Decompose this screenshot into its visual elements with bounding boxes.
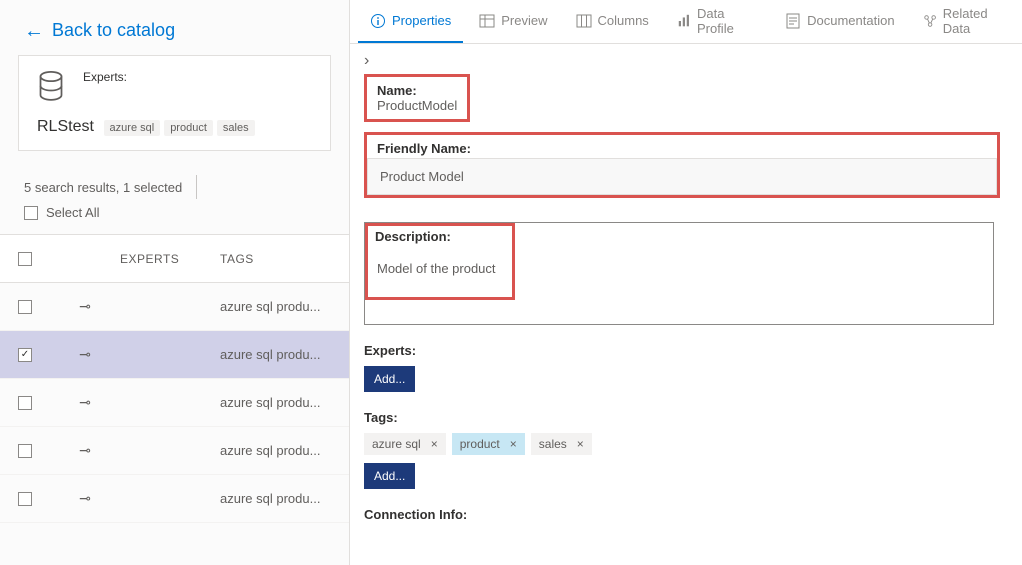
name-label: Name:: [377, 83, 457, 98]
select-all-label: Select All: [46, 205, 99, 220]
tag-item[interactable]: azure sql×: [364, 433, 446, 455]
preview-icon: [479, 13, 495, 29]
checkbox-icon[interactable]: [24, 206, 38, 220]
pin-icon[interactable]: ⊸: [79, 346, 91, 363]
description-label: Description:: [375, 229, 451, 244]
table-row[interactable]: ⊸ azure sql produ...: [0, 331, 349, 379]
checkbox-icon[interactable]: [18, 252, 32, 266]
row-tags: azure sql produ...: [210, 491, 349, 506]
pin-icon[interactable]: ⊸: [79, 298, 91, 315]
table-row[interactable]: ⊸ azure sql produ...: [0, 283, 349, 331]
table-row[interactable]: ⊸ azure sql produ...: [0, 475, 349, 523]
results-table: EXPERTS TAGS ⊸ azure sql produ... ⊸ azur…: [0, 234, 349, 523]
friendly-name-value: Product Model: [380, 169, 464, 184]
back-label: Back to catalog: [52, 20, 175, 41]
tab-related-data[interactable]: Related Data: [911, 0, 1022, 43]
friendly-name-input[interactable]: Product Model: [367, 158, 997, 195]
highlight-name: Name: ProductModel: [364, 74, 470, 122]
tab-label: Related Data: [943, 6, 1010, 36]
tab-label: Data Profile: [697, 6, 757, 36]
pin-icon[interactable]: ⊸: [79, 490, 91, 507]
add-expert-button[interactable]: Add...: [364, 366, 415, 392]
name-value: ProductModel: [377, 98, 457, 113]
pin-icon[interactable]: ⊸: [79, 442, 91, 459]
col-experts[interactable]: EXPERTS: [120, 252, 210, 266]
database-icon: [37, 70, 65, 104]
tab-data-profile[interactable]: Data Profile: [665, 0, 769, 43]
divider: [196, 175, 197, 199]
table-header: EXPERTS TAGS: [0, 235, 349, 283]
tab-label: Preview: [501, 13, 547, 28]
highlight-friendly-name: Friendly Name: Product Model: [364, 132, 1000, 198]
connection-label: Connection Info:: [364, 507, 1008, 522]
back-to-catalog[interactable]: ← Back to catalog: [0, 0, 349, 55]
add-tag-button[interactable]: Add...: [364, 463, 415, 489]
tab-label: Columns: [598, 13, 649, 28]
tag-chip: product: [164, 120, 213, 136]
info-icon: [370, 13, 386, 29]
close-icon[interactable]: ×: [510, 437, 517, 451]
checkbox-icon[interactable]: [18, 396, 32, 410]
close-icon[interactable]: ×: [431, 437, 438, 451]
card-experts-label: Experts:: [83, 70, 127, 84]
tab-documentation[interactable]: Documentation: [773, 0, 906, 43]
description-input[interactable]: Description: Model of the product: [364, 222, 994, 325]
tag-item[interactable]: product×: [452, 433, 525, 455]
document-icon: [785, 13, 801, 29]
friendly-name-label: Friendly Name:: [377, 141, 471, 156]
row-tags: azure sql produ...: [210, 299, 349, 314]
checkbox-icon[interactable]: [18, 348, 32, 362]
experts-label: Experts:: [364, 343, 1008, 358]
row-tags: azure sql produ...: [210, 443, 349, 458]
row-tags: azure sql produ...: [210, 347, 349, 362]
col-tags[interactable]: TAGS: [210, 252, 349, 266]
columns-icon: [576, 13, 592, 29]
table-row[interactable]: ⊸ azure sql produ...: [0, 379, 349, 427]
checkbox-icon[interactable]: [18, 492, 32, 506]
detail-tabs: Properties Preview Columns Data Profile …: [350, 0, 1022, 44]
results-summary: 5 search results, 1 selected: [24, 180, 182, 195]
tab-properties[interactable]: Properties: [358, 0, 463, 43]
tab-preview[interactable]: Preview: [467, 0, 559, 43]
checkbox-icon[interactable]: [18, 300, 32, 314]
tags-row: azure sql× product× sales×: [364, 433, 1008, 455]
chevron-right-icon[interactable]: ›: [350, 44, 1022, 74]
tab-label: Properties: [392, 13, 451, 28]
description-value: Model of the product: [377, 261, 981, 276]
checkbox-icon[interactable]: [18, 444, 32, 458]
tab-columns[interactable]: Columns: [564, 0, 661, 43]
card-tags: azure sql product sales: [104, 120, 255, 136]
tag-chip: azure sql: [104, 120, 161, 136]
asset-card: Experts: RLStest azure sql product sales: [18, 55, 331, 151]
close-icon[interactable]: ×: [577, 437, 584, 451]
tab-label: Documentation: [807, 13, 894, 28]
tag-item[interactable]: sales×: [531, 433, 592, 455]
row-tags: azure sql produ...: [210, 395, 349, 410]
tag-chip: sales: [217, 120, 255, 136]
bar-chart-icon: [677, 13, 691, 29]
select-all[interactable]: Select All: [0, 203, 349, 234]
pin-icon[interactable]: ⊸: [79, 394, 91, 411]
card-asset-name: RLStest: [37, 118, 94, 135]
table-row[interactable]: ⊸ azure sql produ...: [0, 427, 349, 475]
arrow-left-icon: ←: [24, 21, 44, 41]
related-icon: [923, 13, 937, 29]
properties-panel: Name: ProductModel Friendly Name: Produc…: [350, 74, 1022, 550]
tags-label: Tags:: [364, 410, 1008, 425]
